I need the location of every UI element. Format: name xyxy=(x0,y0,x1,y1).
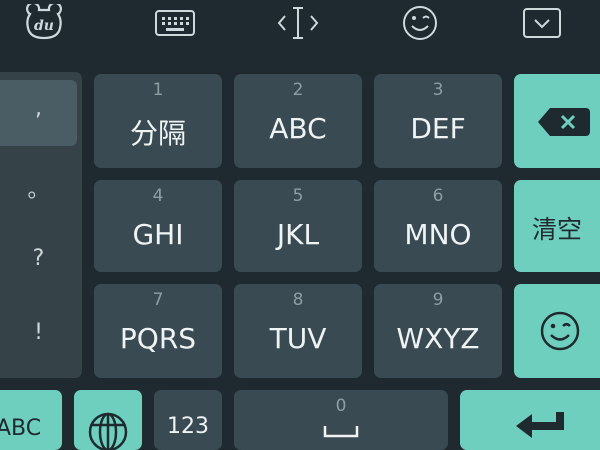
punctuation-period[interactable]: 。 xyxy=(0,172,77,204)
key-label: DEF xyxy=(410,112,466,145)
punctuation-exclaim[interactable]: ! xyxy=(0,320,77,345)
number-switch-button[interactable]: 123 xyxy=(154,390,222,450)
space-key-number: 0 xyxy=(335,396,347,416)
abc-switch-button[interactable]: ABC xyxy=(0,390,62,450)
cursor-move-icon xyxy=(277,7,319,39)
key-7-pqrs[interactable]: 7 PQRS xyxy=(94,284,222,378)
key-label: PQRS xyxy=(119,322,197,355)
key-5-jkl[interactable]: 5 JKL xyxy=(234,180,362,272)
key-9-wxyz[interactable]: 9 WXYZ xyxy=(374,284,502,378)
key-label: GHI xyxy=(132,218,184,251)
key-number: 4 xyxy=(152,186,164,206)
key-label: WXYZ xyxy=(396,322,480,355)
key-label: JKL xyxy=(276,218,320,251)
key-label: MNO xyxy=(404,218,472,251)
punctuation-comma[interactable]: , xyxy=(0,96,77,121)
key-number: 6 xyxy=(432,186,444,206)
key-number: 2 xyxy=(292,80,304,100)
enter-icon xyxy=(516,412,564,438)
space-key[interactable]: 0 xyxy=(234,390,448,450)
number-switch-label: 123 xyxy=(167,414,209,439)
key-number: 1 xyxy=(152,80,164,100)
keyboard-icon xyxy=(155,10,195,36)
key-1-separator[interactable]: 1 分隔 xyxy=(94,74,222,168)
key-number: 7 xyxy=(152,290,164,310)
punctuation-question[interactable]: ? xyxy=(0,246,77,271)
emoji-key-icon xyxy=(540,311,580,351)
key-label: TUV xyxy=(269,322,327,355)
backspace-icon xyxy=(538,108,590,136)
keyboard-switch-button[interactable] xyxy=(153,4,197,42)
cursor-move-button[interactable] xyxy=(276,4,320,42)
language-button[interactable] xyxy=(74,390,142,450)
clear-label: 清空 xyxy=(531,215,582,244)
collapse-keyboard-button[interactable] xyxy=(520,4,564,42)
emoji-toolbar-button[interactable] xyxy=(398,4,442,42)
collapse-icon xyxy=(523,8,561,38)
du-logo-button[interactable]: du xyxy=(22,4,66,42)
key-number: 8 xyxy=(292,290,304,310)
clear-button[interactable]: 清空 xyxy=(514,180,600,272)
abc-label: ABC xyxy=(0,416,42,441)
svg-text:du: du xyxy=(34,18,54,34)
emoji-button[interactable] xyxy=(514,284,600,378)
emoji-icon xyxy=(403,6,437,40)
keyboard-toolbar: du xyxy=(0,0,600,60)
key-number: 5 xyxy=(292,186,304,206)
globe-icon xyxy=(88,412,128,450)
key-number: 3 xyxy=(432,80,444,100)
key-8-tuv[interactable]: 8 TUV xyxy=(234,284,362,378)
backspace-button[interactable] xyxy=(514,74,600,168)
key-4-ghi[interactable]: 4 GHI xyxy=(94,180,222,272)
key-6-mno[interactable]: 6 MNO xyxy=(374,180,502,272)
key-label: ABC xyxy=(269,112,327,145)
space-icon xyxy=(323,426,359,438)
key-2-abc[interactable]: 2 ABC xyxy=(234,74,362,168)
key-label: 分隔 xyxy=(129,117,186,150)
du-logo-icon: du xyxy=(26,4,62,40)
key-number: 9 xyxy=(432,290,444,310)
enter-button[interactable] xyxy=(460,390,600,450)
key-3-def[interactable]: 3 DEF xyxy=(374,74,502,168)
